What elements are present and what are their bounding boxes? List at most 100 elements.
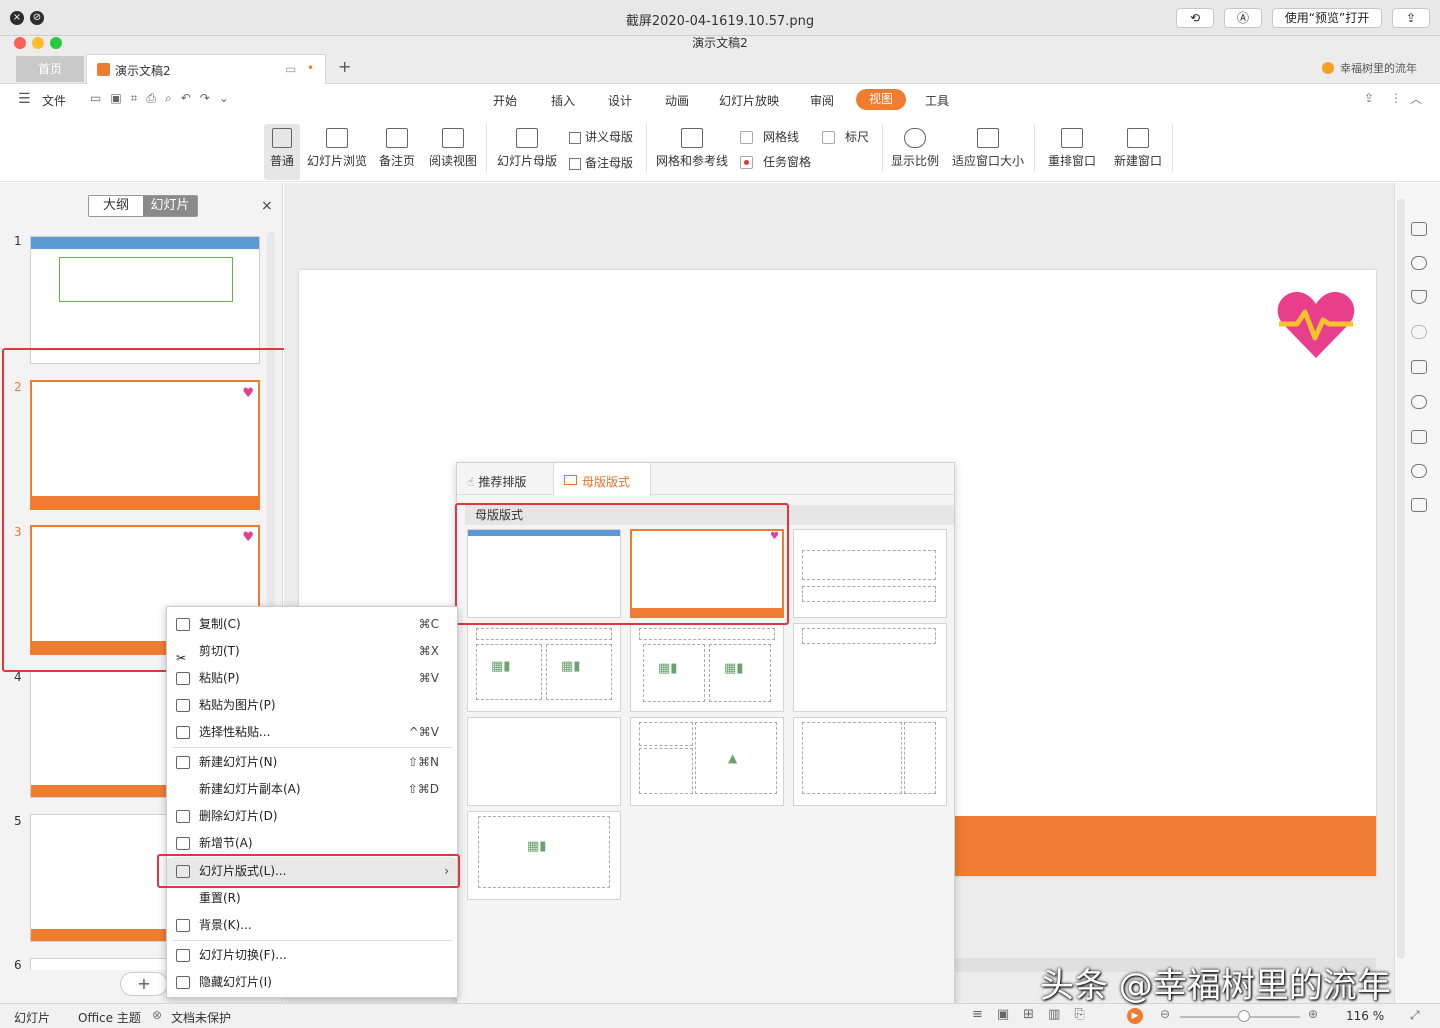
- menu-item-design[interactable]: 设计: [608, 92, 632, 109]
- view-mode-icons[interactable]: ≡▣⊞▥⎘: [972, 1007, 1099, 1022]
- new-tab-button[interactable]: +: [338, 57, 351, 76]
- copy-icon[interactable]: [1411, 360, 1427, 374]
- quick-access-icons[interactable]: ▭▣⌗⎙⌕↶↷⌄: [90, 91, 238, 106]
- panel-view-switch: 大纲 幻灯片: [88, 195, 198, 217]
- zoom-level[interactable]: 116 %: [1346, 1009, 1384, 1023]
- menu-item-tools[interactable]: 工具: [925, 92, 949, 109]
- user-avatar-icon[interactable]: [1322, 62, 1334, 74]
- window-maximize-dot[interactable]: [50, 37, 62, 49]
- layout-two-content[interactable]: ▦▮ ▦▮: [467, 623, 621, 712]
- notes-page-button[interactable]: 备注页: [374, 120, 420, 169]
- menu-copy[interactable]: 复制(C) ⌘C: [167, 611, 457, 638]
- menu-item-insert[interactable]: 插入: [551, 92, 575, 109]
- comment-icon[interactable]: ▭: [285, 62, 296, 76]
- content-icons: ▦▮: [724, 661, 744, 676]
- reading-view-button[interactable]: 阅读视图: [426, 120, 480, 169]
- layout-picture-caption[interactable]: ▲: [630, 717, 784, 806]
- tab-master-layout[interactable]: 母版版式: [553, 463, 651, 496]
- settings-icon[interactable]: [1411, 430, 1427, 444]
- menu-add-section[interactable]: 新增节(A): [167, 830, 457, 857]
- document-tab-bar: 首页 演示文稿2 ▭ • + 幸福树里的流年: [0, 52, 1440, 84]
- normal-view-button[interactable]: 普通: [264, 124, 300, 180]
- menu-item-start[interactable]: 开始: [493, 92, 517, 109]
- history-icon[interactable]: [1411, 464, 1427, 478]
- tab-recommend-layout[interactable]: ☝ 推荐排版: [467, 473, 526, 490]
- handout-master-button[interactable]: 讲义母版: [569, 128, 633, 145]
- layout-title-only[interactable]: [793, 529, 947, 618]
- placeholder-box: [802, 550, 936, 580]
- menu-shortcut: ⇧⌘D: [407, 782, 439, 796]
- menu-paste[interactable]: 粘贴(P) ⌘V: [167, 665, 457, 692]
- new-window-button[interactable]: 新建窗口: [1110, 120, 1166, 169]
- menu-shortcut: ⇧⌘N: [407, 755, 439, 769]
- file-menu[interactable]: 文件: [42, 92, 66, 109]
- menu-item-slideshow[interactable]: 幻灯片放映: [719, 92, 779, 109]
- tab-document-label: 演示文稿2: [115, 64, 171, 78]
- menu-item-review[interactable]: 审阅: [810, 92, 834, 109]
- menu-slide-transition[interactable]: 幻灯片切换(F)...: [167, 942, 457, 969]
- play-icon[interactable]: ▶: [1127, 1008, 1143, 1024]
- rotate-button[interactable]: ⟲: [1176, 8, 1214, 28]
- collapse-ribbon-icon[interactable]: ︿: [1410, 90, 1422, 107]
- slide-browse-button[interactable]: 幻灯片浏览: [306, 120, 368, 169]
- zoom-out-icon[interactable]: ⊖: [1160, 1007, 1170, 1021]
- layout-blank[interactable]: [467, 717, 621, 806]
- menu-hide-slide[interactable]: 隐藏幻灯片(I): [167, 969, 457, 996]
- panel-close-icon[interactable]: ×: [261, 198, 273, 214]
- menu-cut[interactable]: ✂ 剪切(T) ⌘X: [167, 638, 457, 665]
- fit-icon[interactable]: ⤢: [1410, 1008, 1420, 1023]
- effect-icon[interactable]: [1411, 395, 1427, 409]
- ruler-check-icon: [822, 131, 835, 144]
- menu-reset[interactable]: 重置(R): [167, 885, 457, 912]
- markup-button[interactable]: Ⓐ: [1224, 8, 1262, 28]
- share-icon[interactable]: ⇪: [1364, 91, 1374, 105]
- menu-new-slide[interactable]: 新建幻灯片(N) ⇧⌘N: [167, 749, 457, 776]
- menu-label: 复制(C): [199, 617, 241, 631]
- layout-vertical-title[interactable]: [793, 717, 947, 806]
- shape-icon[interactable]: [1411, 256, 1427, 270]
- notes-master-button[interactable]: 备注母版: [569, 154, 633, 171]
- menu-item-view[interactable]: 视图: [856, 89, 906, 110]
- share-button[interactable]: ⇪: [1392, 8, 1430, 28]
- layout-icon[interactable]: [1411, 222, 1427, 236]
- vertical-scrollbar[interactable]: [1397, 199, 1405, 959]
- thumbs-up-icon: ☝: [467, 475, 475, 489]
- layout-title-top[interactable]: [793, 623, 947, 712]
- layout-comparison[interactable]: ▦▮ ▦▮: [630, 623, 784, 712]
- tab-slides[interactable]: 幻灯片: [143, 196, 197, 216]
- menu-duplicate-slide[interactable]: 新建幻灯片副本(A) ⇧⌘D: [167, 776, 457, 803]
- zoom-button[interactable]: 显示比例: [888, 120, 942, 169]
- status-theme[interactable]: Office 主题: [78, 1009, 141, 1026]
- tab-outline[interactable]: 大纲: [89, 196, 143, 216]
- new-slide-icon: [176, 756, 190, 769]
- window-close-dot[interactable]: [14, 37, 26, 49]
- user-name[interactable]: 幸福树里的流年: [1340, 60, 1417, 76]
- hamburger-icon[interactable]: ☰: [18, 91, 31, 107]
- animation-icon[interactable]: [1411, 325, 1427, 339]
- menu-paste-as-image[interactable]: 粘贴为图片(P): [167, 692, 457, 719]
- add-slide-button[interactable]: +: [120, 972, 168, 996]
- menu-paste-special[interactable]: 选择性粘贴... ^⌘V: [167, 719, 457, 746]
- zoom-in-icon[interactable]: ⊕: [1308, 1007, 1318, 1021]
- open-with-preview-button[interactable]: 使用“预览”打开: [1272, 8, 1382, 28]
- ruler-checkbox[interactable]: 标尺: [822, 128, 869, 145]
- task-pane-checkbox[interactable]: 任务窗格: [740, 153, 811, 170]
- menu-delete-slide[interactable]: 删除幻灯片(D): [167, 803, 457, 830]
- window-minimize-dot[interactable]: [32, 37, 44, 49]
- tab-document[interactable]: 演示文稿2 ▭ •: [86, 54, 326, 84]
- fit-window-button[interactable]: 适应窗口大小: [948, 120, 1028, 169]
- menu-item-animation[interactable]: 动画: [665, 92, 689, 109]
- slide-master-button[interactable]: 幻灯片母版: [494, 120, 560, 169]
- more-icon[interactable]: ⋮: [1390, 91, 1402, 105]
- layout-content[interactable]: ▦▮: [467, 811, 621, 900]
- grid-guides-button[interactable]: 网格和参考线: [654, 120, 730, 169]
- status-protection[interactable]: 文档未保护: [171, 1009, 231, 1026]
- slide-thumbnail-1[interactable]: [30, 236, 260, 364]
- menu-background[interactable]: 背景(K)...: [167, 912, 457, 939]
- zoom-slider-handle[interactable]: [1238, 1010, 1250, 1022]
- arrange-window-button[interactable]: 重排窗口: [1040, 120, 1104, 169]
- tab-home[interactable]: 首页: [16, 56, 84, 82]
- image-icon[interactable]: [1411, 498, 1427, 512]
- gridlines-checkbox[interactable]: 网格线: [740, 128, 799, 145]
- slide-number: 6: [14, 958, 22, 972]
